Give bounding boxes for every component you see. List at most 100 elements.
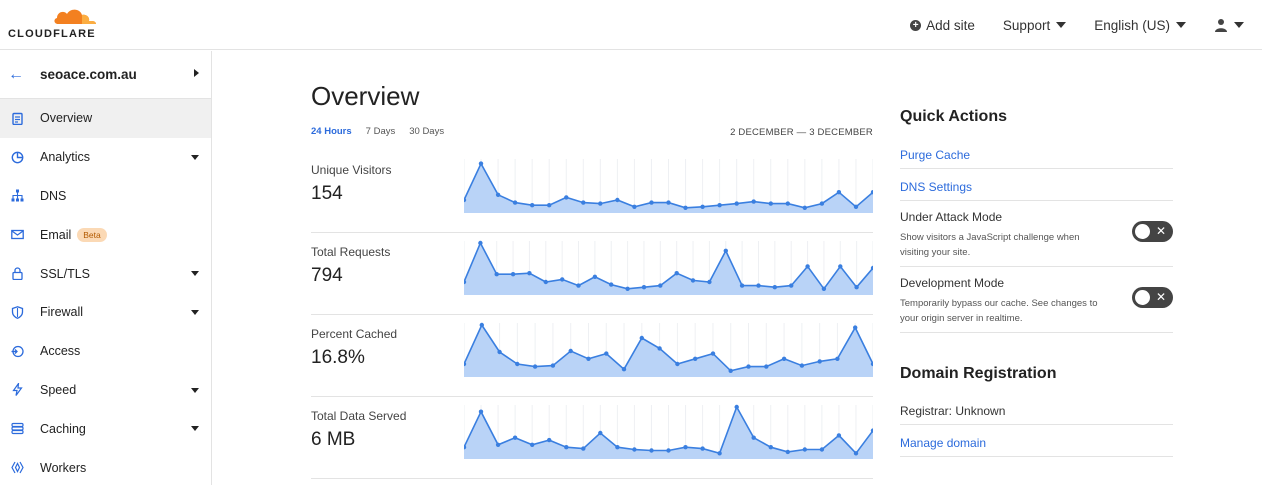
- sparkline-point: [838, 264, 843, 269]
- under-attack-row: Under Attack Mode Show visitors a JavaSc…: [900, 201, 1173, 267]
- sparkline-point: [683, 445, 688, 450]
- network-icon: [10, 189, 24, 203]
- sidebar-item-dns[interactable]: DNS: [0, 177, 211, 216]
- sparkline-point: [772, 285, 777, 290]
- database-icon: [10, 422, 24, 436]
- shield-icon: [10, 305, 24, 319]
- caret-down-icon: [191, 426, 199, 432]
- purge-cache-link[interactable]: Purge Cache: [900, 148, 970, 162]
- caret-down-icon: [191, 154, 199, 160]
- sidebar-item-firewall[interactable]: Firewall: [0, 293, 211, 332]
- sidebar-item-caching[interactable]: Caching: [0, 409, 211, 448]
- sparkline-point: [530, 442, 535, 447]
- sidebar-item-analytics[interactable]: Analytics: [0, 138, 211, 177]
- sidebar-item-access[interactable]: Access: [0, 332, 211, 371]
- cloudflare-logo[interactable]: CLOUDFLARE: [8, 4, 108, 44]
- sparkline-point: [785, 201, 790, 206]
- sparkline-point: [527, 271, 532, 276]
- sparkline-point: [564, 195, 569, 200]
- sparkline-point: [717, 451, 722, 456]
- sparkline-point: [609, 282, 614, 287]
- sidebar-item-label: Firewall: [40, 305, 84, 320]
- registrar-text: Registrar: Unknown: [900, 404, 1006, 418]
- sidebar-item-speed[interactable]: Speed: [0, 371, 211, 410]
- sparkline-point: [836, 433, 842, 438]
- sparkline-point: [598, 201, 603, 206]
- sparkline-point: [550, 363, 556, 368]
- sparkline-point: [768, 201, 773, 206]
- tab-7-days[interactable]: 7 Days: [366, 126, 396, 137]
- sparkline-point: [494, 272, 499, 277]
- sparkline-point: [764, 364, 769, 369]
- sparkline-point: [512, 200, 518, 205]
- sparkline-point: [604, 351, 609, 356]
- sparkline-point: [854, 285, 859, 290]
- sparkline-point: [836, 190, 842, 195]
- tab-24-hours[interactable]: 24 Hours: [311, 126, 352, 137]
- sparkline-point: [564, 445, 569, 450]
- metric-percent-cached[interactable]: Percent Cached 16.8%: [311, 315, 873, 397]
- toggle-knob: [1135, 224, 1150, 239]
- sparkline-point: [853, 204, 859, 209]
- sidebar-item-label: Email: [40, 227, 72, 242]
- sparkline-point: [515, 361, 520, 367]
- sidebar-item-workers[interactable]: Workers: [0, 448, 211, 485]
- dns-settings-row: DNS Settings: [900, 169, 1173, 201]
- sidebar-item-label: DNS: [40, 188, 67, 203]
- add-site-button[interactable]: + Add site: [910, 18, 975, 33]
- caret-down-icon: [191, 309, 199, 315]
- metric-total-data-served[interactable]: Total Data Served 6 MB: [311, 397, 873, 479]
- sparkline-point: [768, 445, 773, 450]
- sparkline-point: [785, 449, 790, 455]
- sparkline-area: [464, 243, 873, 295]
- sidebar-item-overview[interactable]: Overview: [0, 99, 211, 138]
- dns-settings-link[interactable]: DNS Settings: [900, 180, 972, 194]
- sidebar-item-ssl-tls[interactable]: SSL/TLS: [0, 254, 211, 293]
- sparkline-point: [512, 435, 518, 440]
- manage-domain-row: Manage domain: [900, 425, 1173, 457]
- site-name: seoace.com.au: [40, 67, 137, 82]
- lightning-icon: [10, 383, 24, 397]
- sparkline-point: [625, 286, 630, 291]
- tab-30-days[interactable]: 30 Days: [409, 126, 444, 137]
- back-arrow-icon[interactable]: ←: [8, 66, 28, 84]
- support-label: Support: [1002, 17, 1051, 33]
- sparkline-point: [581, 200, 586, 205]
- sparkline-point: [478, 240, 483, 246]
- sidebar-item-label: Caching: [40, 421, 86, 436]
- metric-label: Total Requests: [311, 245, 391, 259]
- sparkline-point: [728, 368, 733, 373]
- sparkline-point: [530, 203, 535, 208]
- under-attack-toggle[interactable]: ✕: [1132, 221, 1173, 242]
- sparkline-point: [734, 404, 739, 410]
- dev-mode-toggle[interactable]: ✕: [1132, 287, 1173, 308]
- sparkline-point: [497, 349, 502, 355]
- metric-unique-visitors[interactable]: Unique Visitors 154: [311, 151, 873, 233]
- sidebar-item-email[interactable]: Email Beta: [0, 215, 211, 254]
- sparkline-point: [751, 199, 756, 204]
- plus-circle-icon: +: [910, 19, 922, 31]
- sparkline-point: [819, 201, 825, 206]
- sparkline-point: [817, 359, 822, 364]
- metric-value: 794: [311, 265, 343, 286]
- sparkline-point: [739, 283, 745, 288]
- user-menu[interactable]: [1214, 18, 1244, 32]
- sparkline-point: [592, 274, 598, 279]
- sparkline-point: [799, 363, 805, 368]
- metric-value: 6 MB: [311, 429, 356, 450]
- sparkline-point: [853, 325, 858, 330]
- sparkline-point: [632, 447, 637, 452]
- language-menu[interactable]: English (US): [1094, 18, 1186, 33]
- site-selector[interactable]: ← seoace.com.au: [0, 51, 211, 99]
- sparkline-point: [639, 335, 644, 341]
- sparkline-point: [495, 442, 501, 447]
- chevron-right-icon: [194, 69, 199, 77]
- support-menu[interactable]: Support: [1002, 17, 1067, 33]
- metric-total-requests[interactable]: Total Requests 794: [311, 233, 873, 315]
- sparkline-point: [568, 348, 573, 354]
- manage-domain-link[interactable]: Manage domain: [900, 436, 986, 450]
- pie-chart-icon: [10, 150, 24, 164]
- page-title: Overview: [311, 81, 420, 111]
- dev-mode-description: Temporarily bypass our cache. See change…: [900, 298, 1098, 324]
- add-site-label: Add site: [926, 17, 975, 33]
